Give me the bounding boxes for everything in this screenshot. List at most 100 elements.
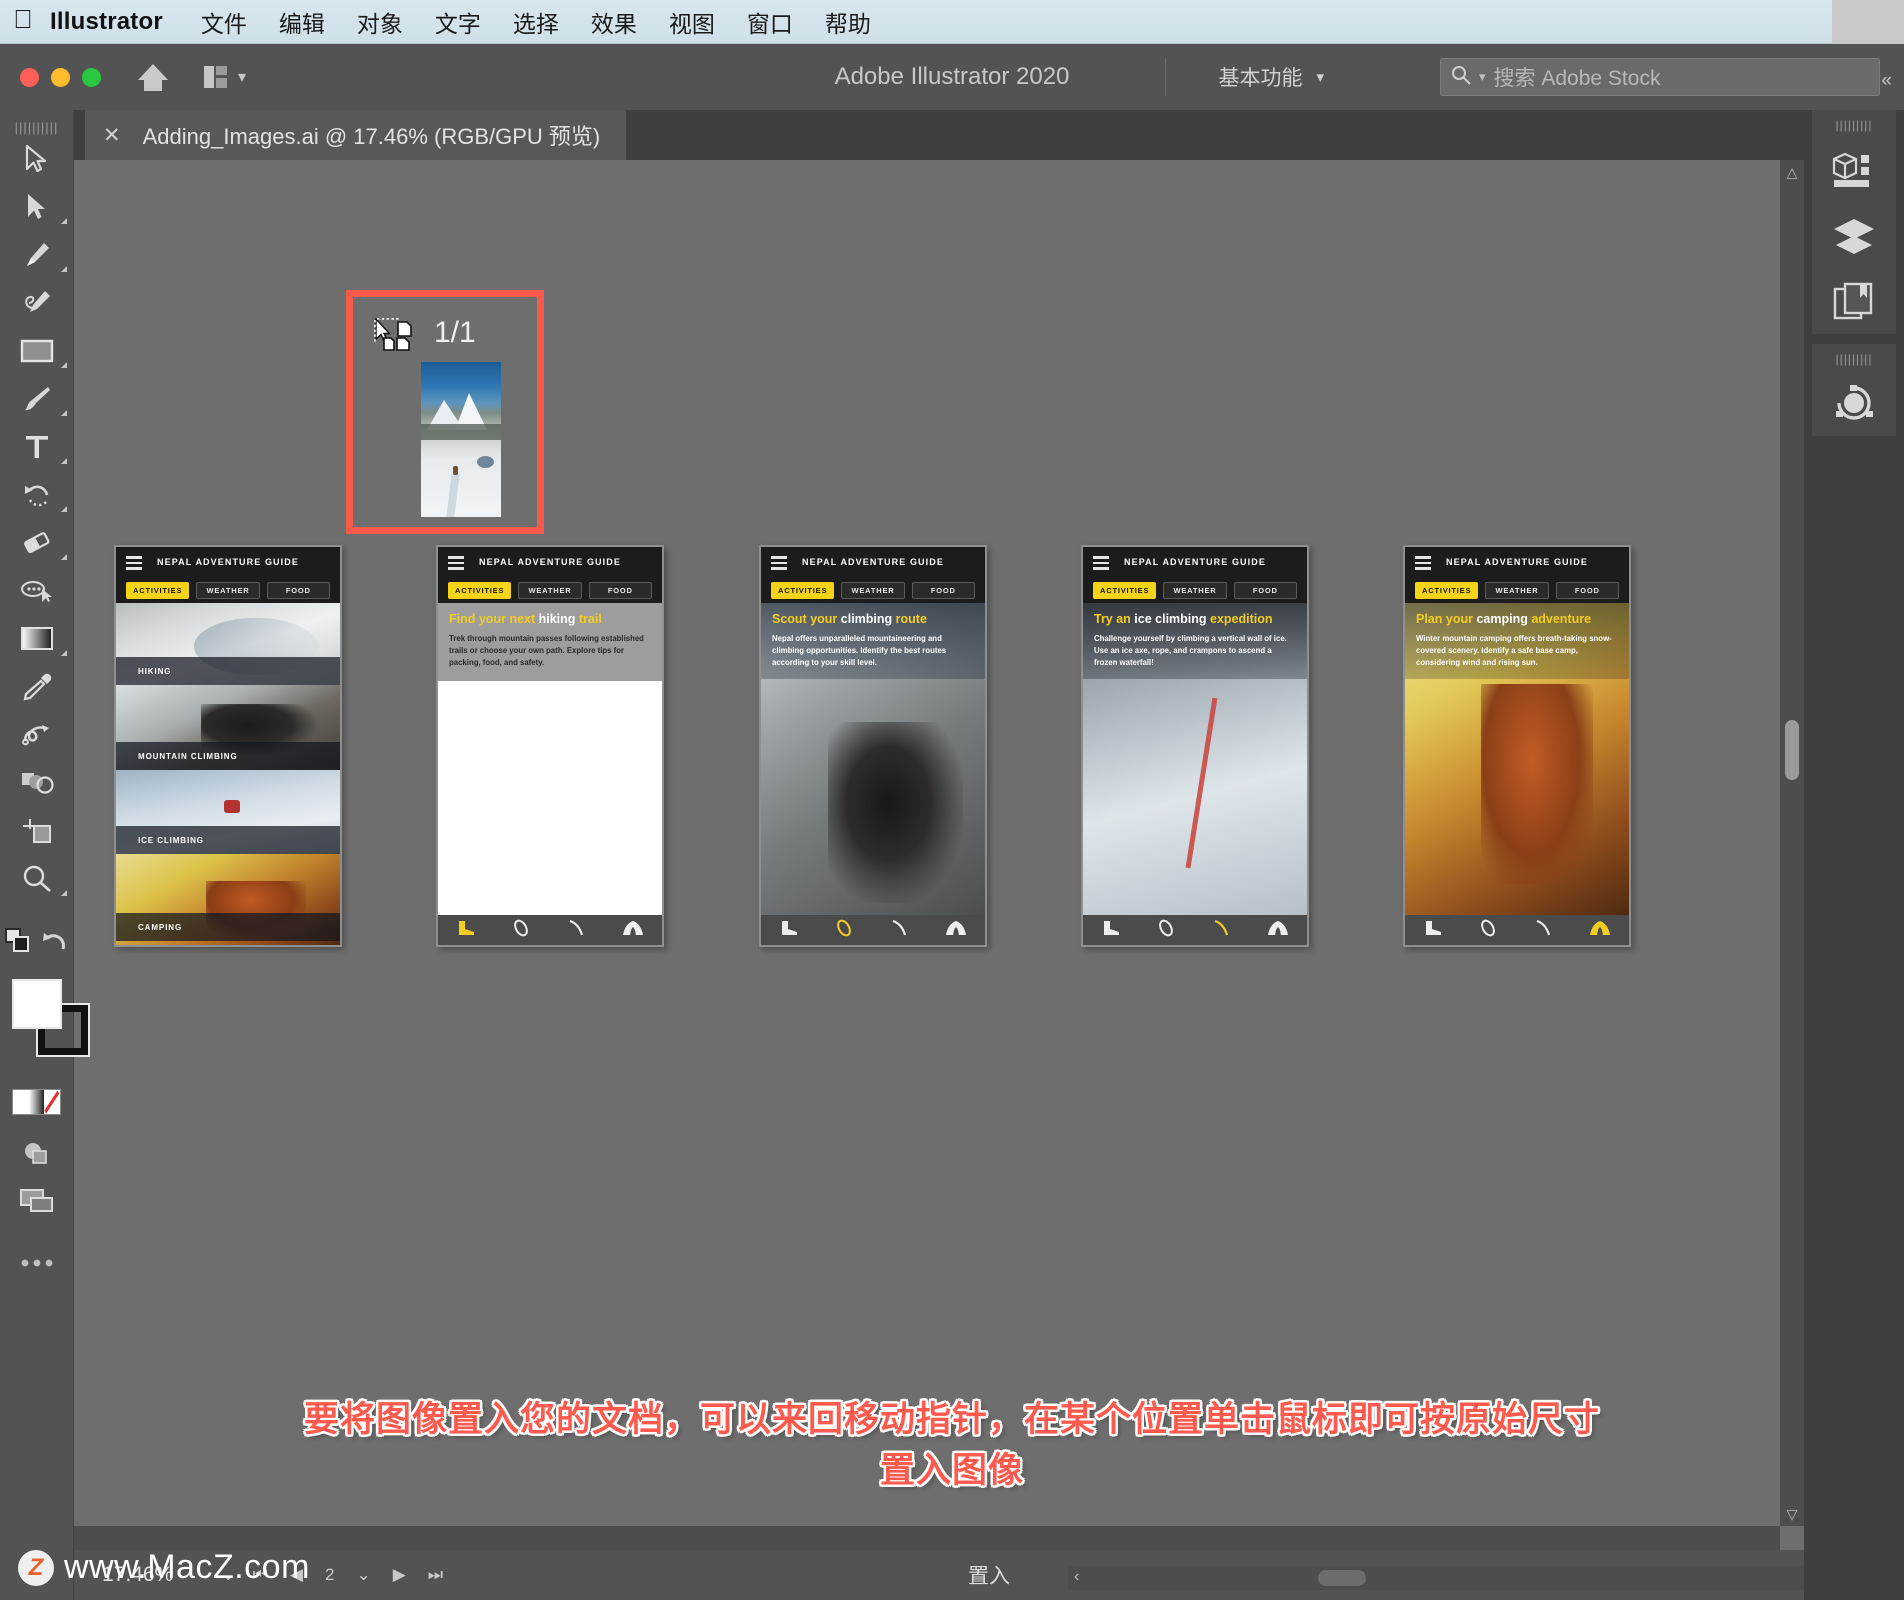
tool-flyout-indicator[interactable] — [61, 362, 67, 368]
gradient-tool[interactable] — [0, 615, 73, 663]
artwork-phone-hiking[interactable]: NEPAL ADVENTURE GUIDE ACTIVITIES WEATHER… — [436, 545, 664, 947]
section-tile-ice-climbing[interactable]: ICE CLIMBING — [116, 770, 340, 854]
hamburger-menu-icon[interactable] — [126, 556, 142, 573]
document-tab[interactable]: ✕ Adding_Images.ai @ 17.46% (RGB/GPU 预览) — [85, 110, 627, 160]
close-window-button[interactable] — [20, 67, 39, 87]
rotate-tool[interactable] — [0, 471, 73, 519]
carabiner-icon[interactable] — [1478, 919, 1498, 942]
hamburger-menu-icon[interactable] — [448, 556, 464, 573]
tent-icon[interactable] — [1589, 920, 1611, 941]
tent-icon[interactable] — [1267, 920, 1289, 941]
phone-tab-weather[interactable]: WEATHER — [1163, 581, 1227, 599]
libraries-panel-button[interactable] — [1812, 268, 1896, 334]
workspace-switcher[interactable]: 基本功能 ▾ — [1218, 62, 1324, 92]
section-tile-hiking[interactable]: HIKING — [116, 603, 340, 685]
artwork-phone-activities-index[interactable]: NEPAL ADVENTURE GUIDE ACTIVITIES WEATHER… — [114, 545, 342, 947]
eyedropper-tool[interactable] — [0, 663, 73, 711]
search-dropdown-chevron-icon[interactable]: ▾ — [1479, 69, 1486, 85]
ice-axe-icon[interactable] — [567, 919, 587, 942]
selection-tool[interactable] — [0, 135, 73, 183]
minimize-window-button[interactable] — [51, 67, 70, 87]
tool-flyout-indicator[interactable] — [61, 650, 67, 656]
phone-tab-food[interactable]: FOOD — [911, 581, 975, 599]
phone-tab-activities[interactable]: ACTIVITIES — [1415, 581, 1479, 599]
phone-tab-food[interactable]: FOOD — [1555, 581, 1619, 599]
tent-icon[interactable] — [622, 920, 644, 941]
phone-tab-weather[interactable]: WEATHER — [196, 581, 260, 599]
canvas-horizontal-scrollbar[interactable] — [74, 1526, 1780, 1550]
tool-flyout-indicator[interactable] — [61, 218, 67, 224]
menu-app-name[interactable]: Illustrator — [46, 8, 185, 36]
section-tile-mountain-climbing[interactable]: MOUNTAIN CLIMBING — [116, 685, 340, 770]
blend-tool[interactable] — [0, 711, 73, 759]
artboard-tool[interactable] — [0, 807, 73, 855]
phone-tab-weather[interactable]: WEATHER — [841, 581, 905, 599]
hamburger-menu-icon[interactable] — [1415, 556, 1431, 573]
carabiner-icon[interactable] — [1156, 919, 1176, 942]
close-icon[interactable]: ✕ — [103, 123, 121, 148]
vertical-scroll-thumb[interactable] — [1785, 720, 1799, 780]
horizontal-scroll-thumb[interactable] — [1318, 1570, 1366, 1586]
direct-selection-tool[interactable] — [0, 183, 73, 231]
document-horizontal-scrollbar[interactable]: ‹ › — [1068, 1566, 1868, 1590]
phone-tab-activities[interactable]: ACTIVITIES — [1093, 581, 1157, 599]
menu-item-effect[interactable]: 效果 — [575, 5, 653, 39]
ice-axe-icon[interactable] — [1212, 919, 1232, 942]
window-controls[interactable] — [20, 67, 101, 87]
menu-item-select[interactable]: 选择 — [497, 5, 575, 39]
carabiner-icon[interactable] — [511, 919, 531, 942]
maximize-window-button[interactable] — [82, 67, 101, 87]
phone-tab-activities[interactable]: ACTIVITIES — [448, 581, 512, 599]
apple-icon[interactable]:  — [0, 6, 46, 37]
menu-item-help[interactable]: 帮助 — [809, 5, 887, 39]
home-icon[interactable] — [133, 61, 173, 93]
paintbrush-tool[interactable] — [0, 375, 73, 423]
reset-fill-stroke-icon[interactable] — [41, 928, 69, 959]
panel-grip[interactable]: ||||||||| — [1812, 344, 1896, 370]
canvas-area[interactable]: 1/1 NEPAL ADVENTURE GUIDE ACTIVITIES WEA… — [74, 160, 1804, 1550]
tool-flyout-indicator[interactable] — [61, 266, 67, 272]
menu-item-type[interactable]: 文字 — [419, 5, 497, 39]
scroll-left-icon[interactable]: ‹ — [1074, 1568, 1079, 1586]
recolor-artwork-panel-button[interactable] — [1812, 370, 1896, 436]
tool-flyout-indicator[interactable] — [61, 890, 67, 896]
pen-tool[interactable] — [0, 231, 73, 279]
phone-tab-food[interactable]: FOOD — [266, 581, 330, 599]
curvature-tool[interactable] — [0, 279, 73, 327]
tool-flyout-indicator[interactable] — [61, 506, 67, 512]
phone-tab-food[interactable]: FOOD — [588, 581, 652, 599]
hamburger-menu-icon[interactable] — [1093, 556, 1109, 573]
plain-color-icon[interactable] — [13, 1090, 29, 1114]
search-adobe-stock-input[interactable]: ▾ 搜索 Adobe Stock — [1440, 58, 1880, 96]
edit-toolbar-ellipsis-icon[interactable] — [0, 1239, 73, 1287]
panel-grip[interactable]: ||||||||| — [1812, 110, 1896, 136]
fill-swatch[interactable] — [12, 979, 62, 1029]
artwork-phone-camping[interactable]: NEPAL ADVENTURE GUIDE ACTIVITIES WEATHER… — [1403, 545, 1631, 947]
scroll-down-icon[interactable]: ▽ — [1780, 1502, 1804, 1526]
artwork-phone-climbing[interactable]: NEPAL ADVENTURE GUIDE ACTIVITIES WEATHER… — [759, 545, 987, 947]
eraser-tool[interactable] — [0, 519, 73, 567]
artboard-canvas[interactable]: 1/1 NEPAL ADVENTURE GUIDE ACTIVITIES WEA… — [74, 160, 1780, 1526]
phone-tab-food[interactable]: FOOD — [1233, 581, 1297, 599]
fill-and-stroke-swatches[interactable] — [0, 969, 90, 1089]
properties-panel-button[interactable] — [1812, 136, 1896, 202]
shape-builder-tool[interactable] — [0, 759, 73, 807]
layers-panel-button[interactable] — [1812, 202, 1896, 268]
drawing-mode-button[interactable] — [0, 1129, 73, 1177]
arrange-documents-icon[interactable]: ▾ — [203, 65, 246, 89]
phone-tab-activities[interactable]: ACTIVITIES — [771, 581, 835, 599]
canvas-vertical-scrollbar[interactable]: △ ▽ — [1780, 160, 1804, 1526]
gradient-icon[interactable] — [28, 1090, 45, 1114]
phone-tab-activities[interactable]: ACTIVITIES — [126, 581, 190, 599]
menu-item-object[interactable]: 对象 — [341, 5, 419, 39]
artwork-phone-ice-climbing[interactable]: NEPAL ADVENTURE GUIDE ACTIVITIES WEATHER… — [1081, 545, 1309, 947]
tool-flyout-indicator[interactable] — [61, 458, 67, 464]
color-mode-buttons[interactable] — [12, 1089, 61, 1115]
menu-item-edit[interactable]: 编辑 — [263, 5, 341, 39]
menu-item-file[interactable]: 文件 — [185, 5, 263, 39]
boot-icon[interactable] — [1101, 920, 1121, 941]
ice-axe-icon[interactable] — [1534, 919, 1554, 942]
carabiner-icon[interactable] — [834, 919, 854, 942]
ice-axe-icon[interactable] — [890, 919, 910, 942]
boot-icon[interactable] — [1423, 920, 1443, 941]
